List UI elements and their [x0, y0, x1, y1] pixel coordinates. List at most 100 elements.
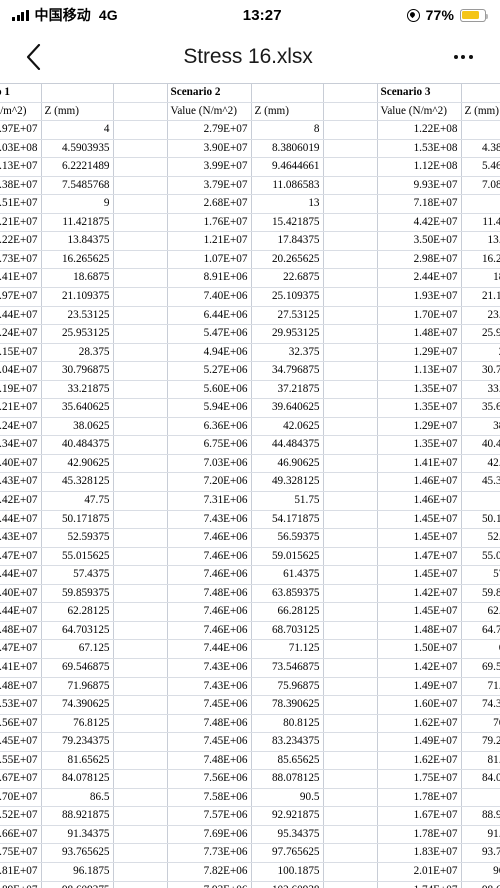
cell-z-s2[interactable]: 51.75: [251, 491, 324, 511]
cell-z-s1[interactable]: 76.8125: [41, 714, 114, 734]
cell-value-s3[interactable]: 2.01E+07: [377, 862, 462, 882]
table-row[interactable]: 1.70E+0786.57.58E+0690.51.78E+0786.57.5: [0, 788, 500, 808]
cell-z-s1[interactable]: 98.609375: [41, 881, 114, 888]
cell-z-s1[interactable]: 33.21875: [41, 380, 114, 400]
cell-value-s2[interactable]: 5.60E+06: [167, 380, 252, 400]
cell-z-s3[interactable]: 64.703125: [461, 621, 500, 641]
cell-z-s1[interactable]: 67.125: [41, 639, 114, 659]
cell-z-s2[interactable]: 92.921875: [251, 806, 324, 826]
cell-z-s3[interactable]: 7.0865831: [461, 176, 500, 196]
cell-value-s1[interactable]: 1.40E+07: [0, 454, 42, 474]
cell-z-s1[interactable]: 69.546875: [41, 658, 114, 678]
cell-value-s1[interactable]: 1.43E+07: [0, 528, 42, 548]
cell-value-s3[interactable]: 1.62E+07: [377, 714, 462, 734]
cell-value-s3[interactable]: 1.42E+07: [377, 584, 462, 604]
cell-value-s3[interactable]: 1.48E+07: [377, 324, 462, 344]
cell-z-s2[interactable]: 42.0625: [251, 417, 324, 437]
cell-value-s3[interactable]: 1.35E+07: [377, 398, 462, 418]
cell-value-s1[interactable]: 1.47E+07: [0, 547, 42, 567]
cell-value-s3[interactable]: 2.98E+07: [377, 250, 462, 270]
cell-value-s2[interactable]: 7.46E+06: [167, 621, 252, 641]
cell-value-s2[interactable]: 2.79E+07: [167, 120, 252, 140]
cell-value-s2[interactable]: 3.99E+07: [167, 157, 252, 177]
cell-value-s1[interactable]: 1.24E+07: [0, 417, 42, 437]
cell-value-s1[interactable]: 1.48E+07: [0, 677, 42, 697]
cell-z-s3[interactable]: 67.125: [461, 639, 500, 659]
cell-value-s3[interactable]: 1.35E+07: [377, 435, 462, 455]
cell-value-s2[interactable]: 1.07E+07: [167, 250, 252, 270]
cell-z-s3[interactable]: 52.59375: [461, 528, 500, 548]
cell-value-s2[interactable]: 7.43E+06: [167, 677, 252, 697]
cell-z-s3[interactable]: 86.5: [461, 788, 500, 808]
cell-z-s2[interactable]: 39.640625: [251, 398, 324, 418]
cell-z-s3[interactable]: 69.546875: [461, 658, 500, 678]
cell-value-s2[interactable]: 7.40E+06: [167, 287, 252, 307]
cell-z-s2[interactable]: 22.6875: [251, 268, 324, 289]
cell-value-s3[interactable]: 1.47E+07: [377, 547, 462, 567]
cell-value-s2[interactable]: 6.75E+06: [167, 435, 252, 455]
table-row[interactable]: 1.44E+0723.531256.44E+0627.531251.70E+07…: [0, 306, 500, 326]
cell-z-s3[interactable]: 16.265625: [461, 250, 500, 270]
table-row[interactable]: 1.24E+0738.06256.36E+0642.06251.29E+0738…: [0, 417, 500, 437]
cell-z-s2[interactable]: 25.109375: [251, 287, 324, 307]
table-row[interactable]: 1.53E+0774.3906257.45E+0678.3906251.60E+…: [0, 695, 500, 715]
cell-z-s2[interactable]: 83.234375: [251, 732, 324, 752]
cell-z-s1[interactable]: 74.390625: [41, 695, 114, 715]
cell-z-s3[interactable]: 9: [461, 194, 500, 214]
cell-z-s3[interactable]: 98.609375: [461, 881, 500, 888]
cell-z-s3[interactable]: 21.109375: [461, 287, 500, 307]
table-row[interactable]: 1.66E+0791.343757.69E+0695.343751.78E+07…: [0, 825, 500, 845]
cell-value-s2[interactable]: 5.47E+06: [167, 324, 252, 344]
cell-value-s1[interactable]: 1.40E+07: [0, 584, 42, 604]
cell-z-s3[interactable]: 18.6875: [461, 268, 500, 289]
cell-value-s1[interactable]: 1.53E+07: [0, 695, 42, 715]
cell-value-s1[interactable]: 2.73E+07: [0, 250, 42, 270]
cell-value-s1[interactable]: 1.34E+07: [0, 435, 42, 455]
cell-value-s2[interactable]: 7.31E+06: [167, 491, 252, 511]
cell-value-s2[interactable]: 7.46E+06: [167, 547, 252, 567]
cell-value-s1[interactable]: 8.38E+07: [0, 176, 42, 196]
cell-z-s2[interactable]: 13: [251, 194, 324, 214]
cell-value-s3[interactable]: 1.41E+07: [377, 454, 462, 474]
cell-value-s3[interactable]: 1.42E+07: [377, 658, 462, 678]
cell-value-s1[interactable]: 1.67E+07: [0, 769, 42, 789]
cell-value-s2[interactable]: 3.79E+07: [167, 176, 252, 196]
cell-value-s2[interactable]: 3.90E+07: [167, 139, 252, 159]
cell-value-s1[interactable]: 1.81E+07: [0, 862, 42, 882]
table-row[interactable]: 8.38E+077.5485768 3.79E+0711.086583 9.93E+…: [0, 176, 500, 196]
cell-z-s2[interactable]: 11.086583: [251, 176, 324, 196]
cell-z-s1[interactable]: 11.421875: [41, 213, 114, 233]
table-row[interactable]: 4.21E+0711.4218751.76E+0715.4218754.42E+…: [0, 213, 500, 233]
cell-z-s1[interactable]: 35.640625: [41, 398, 114, 418]
cell-z-s1[interactable]: 45.328125: [41, 472, 114, 493]
cell-z-s2[interactable]: 15.421875: [251, 213, 324, 233]
cell-value-s1[interactable]: 1.45E+07: [0, 732, 42, 752]
cell-z-s2[interactable]: 100.1875: [251, 862, 324, 882]
cell-z-s2[interactable]: 78.390625: [251, 695, 324, 715]
table-row[interactable]: 1.24E+0725.9531255.47E+0629.9531251.48E+…: [0, 324, 500, 344]
cell-value-s2[interactable]: 7.58E+06: [167, 788, 252, 808]
cell-value-s1[interactable]: 3.22E+07: [0, 231, 42, 251]
cell-z-s3[interactable]: 33.21875: [461, 380, 500, 400]
cell-value-s2[interactable]: 7.03E+06: [167, 454, 252, 474]
cell-z-s1[interactable]: 71.96875: [41, 677, 114, 697]
cell-value-s2[interactable]: 4.94E+06: [167, 343, 252, 363]
table-row[interactable]: 1.40E+07 42.90625 7.03E+0646.90625 1.41E+07…: [0, 454, 500, 474]
cell-value-s1[interactable]: 1.97E+07: [0, 287, 42, 307]
cell-value-s2[interactable]: 5.94E+06: [167, 398, 252, 418]
cell-z-s2[interactable]: 20.265625: [251, 250, 324, 270]
cell-value-s3[interactable]: 1.12E+08: [377, 157, 462, 177]
table-row[interactable]: 8.97E+0742.79E+0781.22E+0843.6: [0, 120, 500, 140]
cell-z-s3[interactable]: 59.859375: [461, 584, 500, 604]
cell-value-s3[interactable]: 1.93E+07: [377, 287, 462, 307]
cell-z-s1[interactable]: 6.2221489: [41, 157, 114, 177]
cell-z-s3[interactable]: 42.90625: [461, 454, 500, 474]
cell-z-s2[interactable]: 46.90625: [251, 454, 324, 474]
cell-value-s3[interactable]: 1.50E+07: [377, 639, 462, 659]
cell-z-s3[interactable]: 30.796875: [461, 361, 500, 381]
cell-value-s1[interactable]: 1.44E+07: [0, 510, 42, 530]
cell-value-s3[interactable]: 1.45E+07: [377, 602, 462, 622]
cell-value-s2[interactable]: 7.46E+06: [167, 602, 252, 622]
cell-z-s1[interactable]: 21.109375: [41, 287, 114, 307]
cell-z-s2[interactable]: 32.375: [251, 343, 324, 363]
